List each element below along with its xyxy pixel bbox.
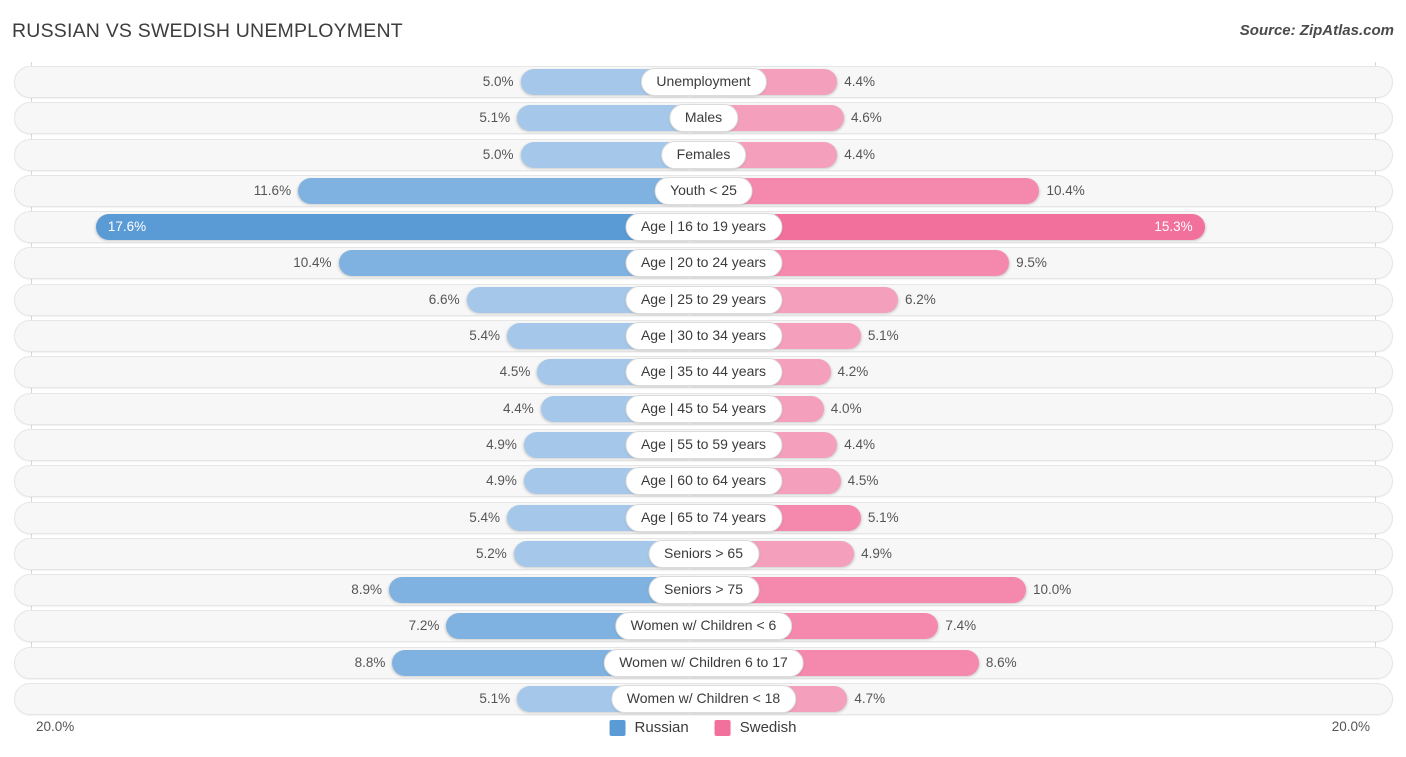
swedish-value-label: 4.9% bbox=[861, 545, 892, 561]
swedish-value-label: 6.2% bbox=[904, 291, 936, 307]
swedish-value-label: 7.4% bbox=[945, 618, 977, 634]
category-label: Unemployment bbox=[640, 68, 767, 96]
bar-row: 8.9% 10.0% Seniors > 75 bbox=[14, 574, 1393, 607]
legend-swatch-icon bbox=[714, 719, 731, 736]
russian-value-label: 4.5% bbox=[499, 364, 531, 380]
chart-header: RUSSIAN VS SWEDISH UNEMPLOYMENT Source: … bbox=[0, 0, 1406, 62]
category-label: Women w/ Children 6 to 17 bbox=[603, 648, 804, 677]
legend: Russian Swedish bbox=[609, 719, 797, 736]
category-label: Youth < 25 bbox=[654, 176, 753, 205]
category-label: Age | 65 to 74 years bbox=[624, 503, 783, 532]
category-label: Age | 16 to 19 years bbox=[624, 213, 783, 242]
swedish-value-label: 5.1% bbox=[867, 328, 899, 344]
swedish-value-label: 15.3% bbox=[1154, 219, 1193, 235]
bar-row: 5.0% 4.4% Unemployment bbox=[14, 66, 1393, 98]
swedish-value-label: 4.6% bbox=[851, 110, 882, 126]
russian-value-label: 4.9% bbox=[486, 473, 517, 489]
category-label: Women w/ Children < 18 bbox=[610, 685, 797, 714]
source-attribution: Source: ZipAtlas.com bbox=[1239, 22, 1394, 39]
legend-label: Russian bbox=[634, 719, 689, 736]
russian-value-label: 11.6% bbox=[253, 182, 292, 198]
russian-value-label: 5.0% bbox=[482, 74, 514, 89]
category-label: Age | 20 to 24 years bbox=[624, 249, 783, 278]
swedish-value-label: 4.2% bbox=[837, 364, 869, 380]
legend-swatch-icon bbox=[609, 719, 626, 736]
bar-rows-container: 5.0% 4.4% Unemployment 5.1% 4.6% Males 5.0% 4.4… bbox=[14, 66, 1393, 719]
swedish-value-label: 4.4% bbox=[844, 436, 876, 452]
bar-row: 8.8% 8.6% Women w/ Children 6 to 17 bbox=[14, 646, 1393, 679]
category-label: Age | 55 to 59 years bbox=[624, 430, 783, 459]
bar-row: 6.6% 6.2% Age | 25 to 29 years bbox=[14, 283, 1393, 316]
plot-area: 5.0% 4.4% Unemployment 5.1% 4.6% Males 5.0% 4.4… bbox=[0, 62, 1406, 717]
russian-value-label: 8.9% bbox=[351, 582, 383, 598]
category-label: Females bbox=[660, 140, 747, 169]
russian-value-label: 17.6% bbox=[107, 219, 147, 235]
russian-value-label: 5.1% bbox=[479, 110, 511, 126]
category-label: Seniors > 65 bbox=[648, 539, 759, 568]
russian-value-label: 5.4% bbox=[469, 328, 501, 344]
russian-value-label: 5.1% bbox=[479, 691, 511, 707]
category-label: Age | 30 to 34 years bbox=[624, 322, 783, 351]
russian-bar-wrap: 11.6% bbox=[254, 177, 689, 204]
russian-value-label: 6.6% bbox=[428, 291, 460, 307]
russian-bar[interactable] bbox=[95, 214, 689, 241]
axis-tick-left: 20.0% bbox=[36, 719, 75, 734]
page-title: RUSSIAN VS SWEDISH UNEMPLOYMENT bbox=[12, 20, 403, 42]
bar-row: 5.2% 4.9% Seniors > 65 bbox=[14, 537, 1393, 570]
chart-page: RUSSIAN VS SWEDISH UNEMPLOYMENT Source: … bbox=[0, 0, 1406, 757]
category-label: Age | 60 to 64 years bbox=[624, 467, 783, 496]
swedish-value-label: 8.6% bbox=[985, 654, 1017, 670]
bar-row: 17.6% 15.3% Age | 16 to 19 years bbox=[14, 211, 1393, 244]
category-label: Males bbox=[668, 104, 739, 133]
swedish-value-label: 5.1% bbox=[867, 509, 899, 525]
russian-value-label: 4.4% bbox=[502, 400, 534, 416]
swedish-value-label: 4.0% bbox=[830, 400, 862, 416]
bar-row: 5.4% 5.1% Age | 30 to 34 years bbox=[14, 320, 1393, 353]
swedish-value-label: 10.4% bbox=[1046, 182, 1085, 198]
swedish-value-label: 4.4% bbox=[844, 74, 876, 89]
legend-label: Swedish bbox=[739, 719, 797, 736]
russian-bar-wrap: 8.9% bbox=[351, 577, 689, 604]
russian-value-label: 5.0% bbox=[482, 146, 514, 162]
russian-bar-wrap: 5.1% bbox=[479, 105, 689, 132]
bar-row: 4.5% 4.2% Age | 35 to 44 years bbox=[14, 356, 1393, 389]
category-label: Age | 25 to 29 years bbox=[624, 285, 783, 314]
bar-row: 5.0% 4.4% Females bbox=[14, 138, 1393, 171]
bar-row: 5.1% 4.7% Women w/ Children < 18 bbox=[14, 683, 1393, 716]
chart-footer: 20.0% 20.0% Russian Swedish bbox=[0, 713, 1406, 757]
bar-row: 5.1% 4.6% Males bbox=[14, 102, 1393, 135]
swedish-value-label: 4.4% bbox=[844, 146, 876, 162]
bar-row: 4.9% 4.4% Age | 55 to 59 years bbox=[14, 428, 1393, 461]
russian-bar[interactable] bbox=[389, 577, 689, 604]
swedish-value-label: 4.7% bbox=[854, 691, 886, 707]
russian-bar[interactable] bbox=[517, 105, 689, 132]
russian-value-label: 5.2% bbox=[475, 545, 507, 561]
russian-value-label: 4.9% bbox=[486, 436, 517, 452]
legend-item[interactable]: Swedish bbox=[714, 719, 797, 736]
category-label: Women w/ Children < 6 bbox=[614, 612, 793, 641]
swedish-value-label: 4.5% bbox=[847, 473, 879, 489]
bar-row: 11.6% 10.4% Youth < 25 bbox=[14, 174, 1393, 207]
legend-item[interactable]: Russian bbox=[609, 719, 689, 736]
swedish-value-label: 9.5% bbox=[1016, 255, 1047, 271]
bar-row: 10.4% 9.5% Age | 20 to 24 years bbox=[14, 247, 1393, 280]
category-label: Age | 35 to 44 years bbox=[624, 358, 783, 387]
bar-row: 4.9% 4.5% Age | 60 to 64 years bbox=[14, 465, 1393, 498]
russian-value-label: 10.4% bbox=[293, 255, 332, 271]
category-label: Age | 45 to 54 years bbox=[624, 394, 783, 423]
bar-row: 5.4% 5.1% Age | 65 to 74 years bbox=[14, 501, 1393, 534]
axis-tick-right: 20.0% bbox=[1331, 719, 1370, 734]
russian-value-label: 5.4% bbox=[469, 509, 501, 525]
russian-bar[interactable] bbox=[298, 177, 689, 204]
category-label: Seniors > 75 bbox=[648, 576, 759, 605]
bar-row: 7.2% 7.4% Women w/ Children < 6 bbox=[14, 610, 1393, 643]
bar-row: 4.4% 4.0% Age | 45 to 54 years bbox=[14, 392, 1393, 425]
swedish-value-label: 10.0% bbox=[1033, 582, 1072, 598]
russian-value-label: 7.2% bbox=[408, 618, 440, 634]
russian-value-label: 8.8% bbox=[354, 654, 386, 670]
russian-bar-wrap: 17.6% bbox=[95, 214, 689, 241]
